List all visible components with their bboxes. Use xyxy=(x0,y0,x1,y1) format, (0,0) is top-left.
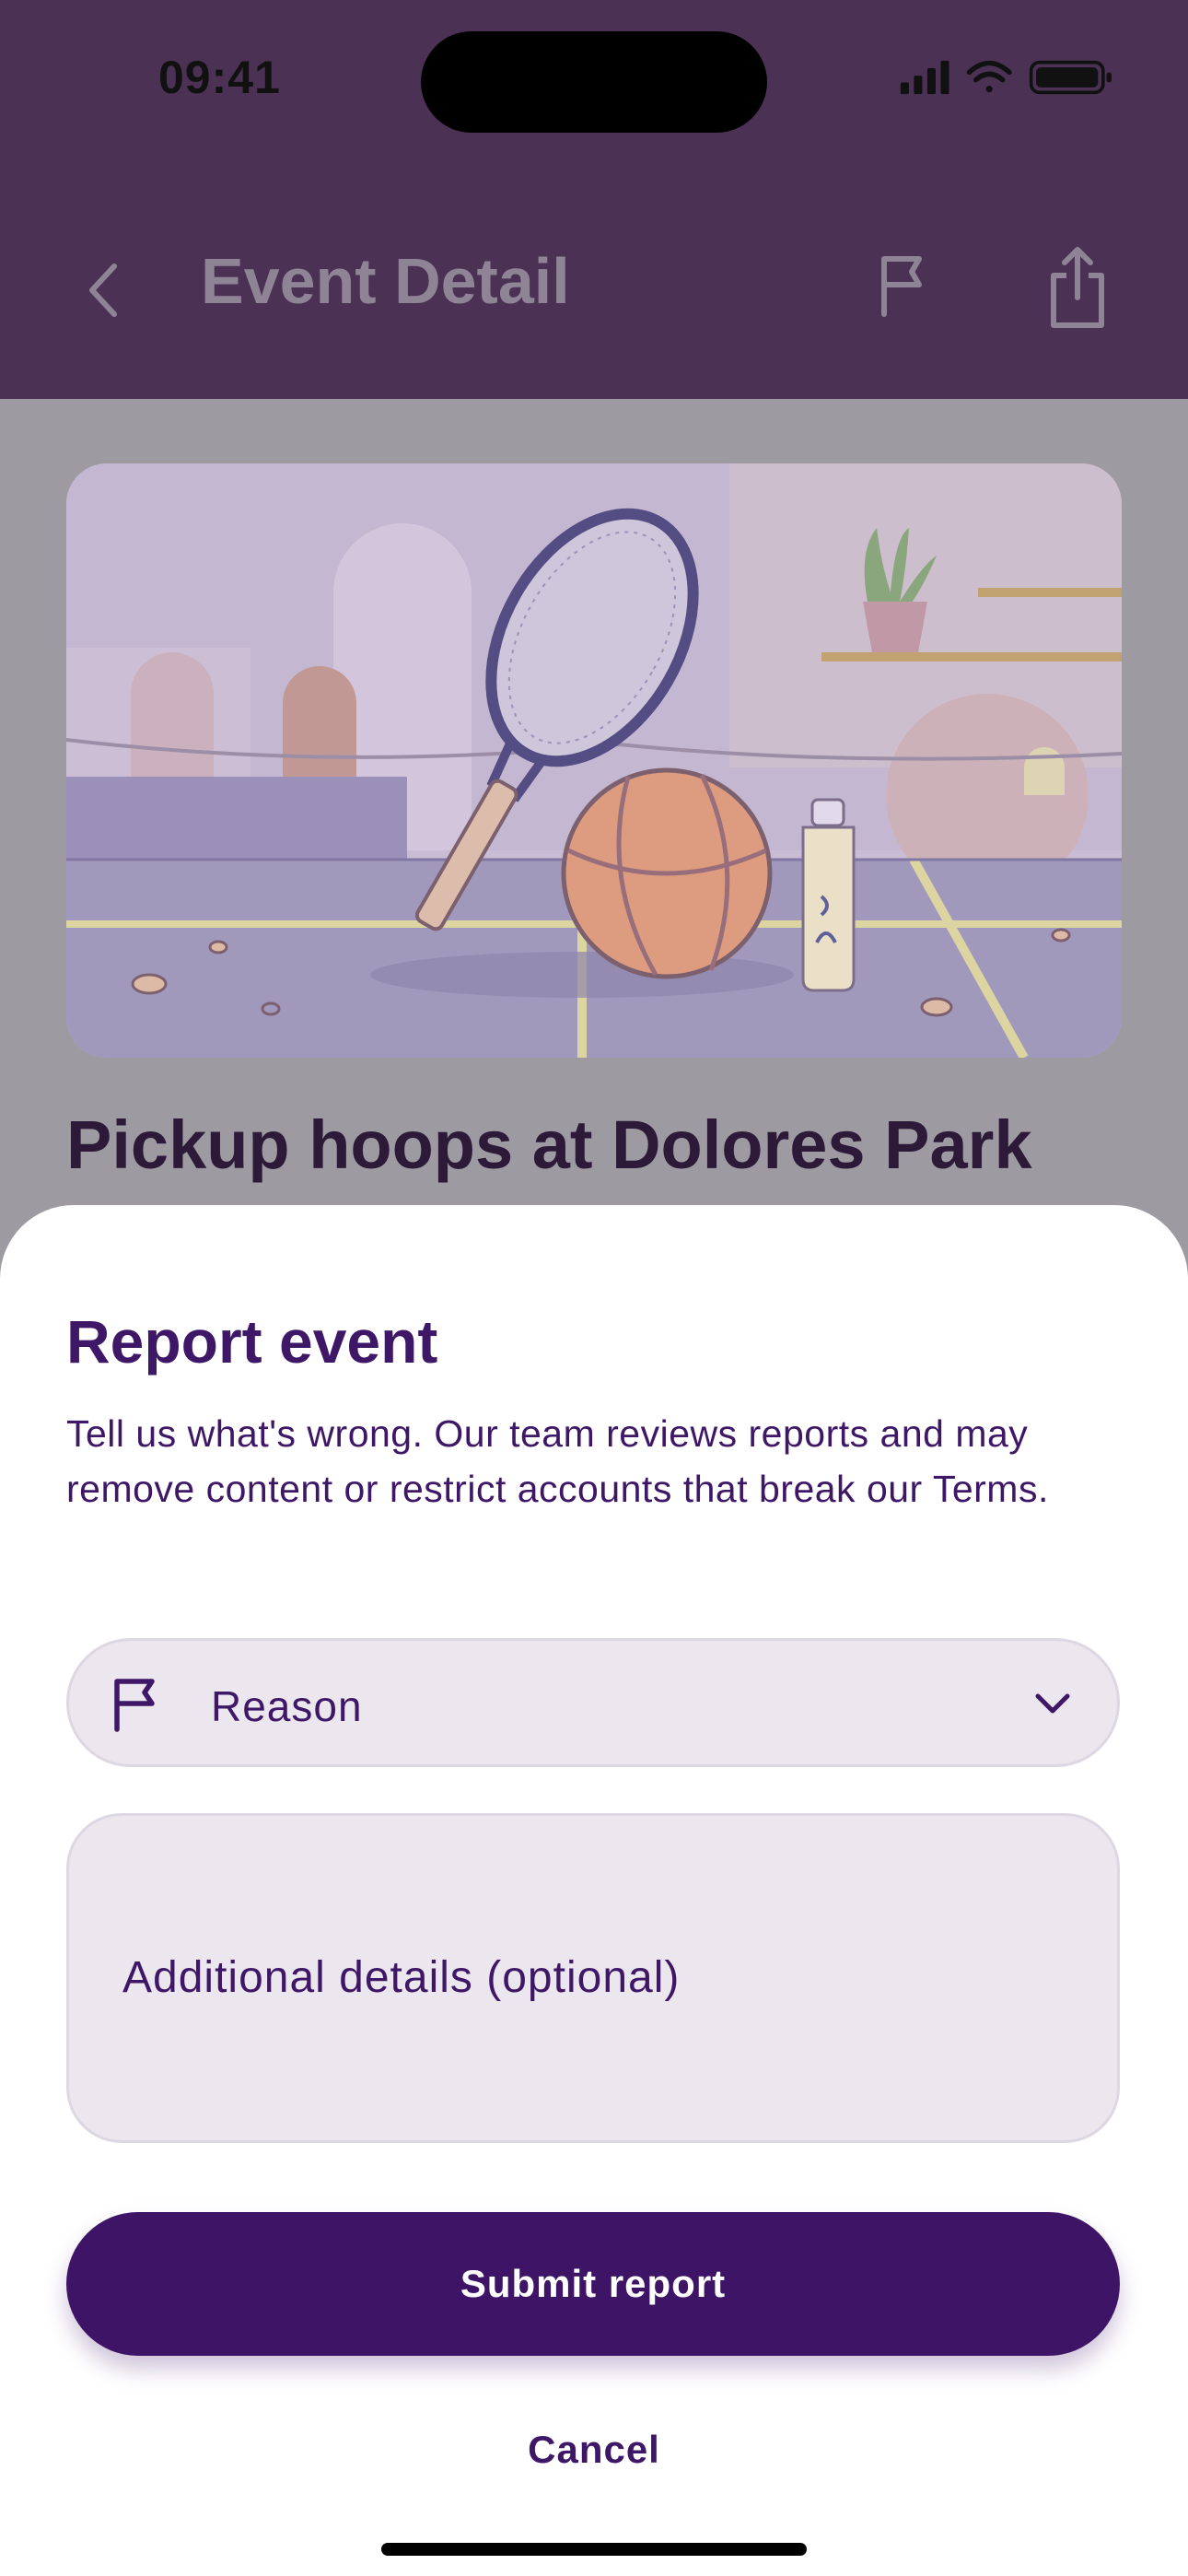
details-placeholder: Additional details (optional) xyxy=(122,1953,681,2002)
reason-select[interactable]: Reason xyxy=(66,1638,1120,1767)
submit-report-label: Submit report xyxy=(460,2262,727,2305)
sports-illustration xyxy=(66,463,1122,1058)
status-time: 09:41 xyxy=(158,52,281,103)
share-icon[interactable] xyxy=(1044,244,1111,333)
cancel-button[interactable]: Cancel xyxy=(410,2408,778,2491)
reason-label: Reason xyxy=(211,1682,363,1730)
flag-icon[interactable] xyxy=(871,250,936,323)
wifi-icon xyxy=(966,60,1012,93)
cancel-label: Cancel xyxy=(528,2428,660,2471)
nav-bar: Event Detail xyxy=(0,161,1188,399)
status-icons xyxy=(900,60,1112,95)
flag-icon xyxy=(114,1679,155,1732)
submit-report-button[interactable]: Submit report xyxy=(66,2212,1120,2356)
sheet-description: Tell us what's wrong. Our team reviews r… xyxy=(66,1412,1049,1510)
dynamic-island xyxy=(421,31,767,133)
battery-icon xyxy=(1029,60,1112,95)
signal-icon xyxy=(900,60,949,95)
back-chevron-icon[interactable] xyxy=(77,253,129,327)
page-title: Event Detail xyxy=(201,245,570,317)
details-textarea[interactable]: Additional details (optional) xyxy=(66,1813,1120,2143)
chevron-down-icon xyxy=(1035,1693,1070,1714)
event-hero-image xyxy=(66,463,1122,1058)
status-bar: 09:41 xyxy=(0,0,1188,161)
home-indicator xyxy=(381,2543,807,2556)
report-sheet: Report event Tell us what's wrong. Our t… xyxy=(0,1205,1188,2576)
event-title: Pickup hoops at Dolores Park xyxy=(66,1107,1032,1183)
sheet-title: Report event xyxy=(66,1307,438,1376)
